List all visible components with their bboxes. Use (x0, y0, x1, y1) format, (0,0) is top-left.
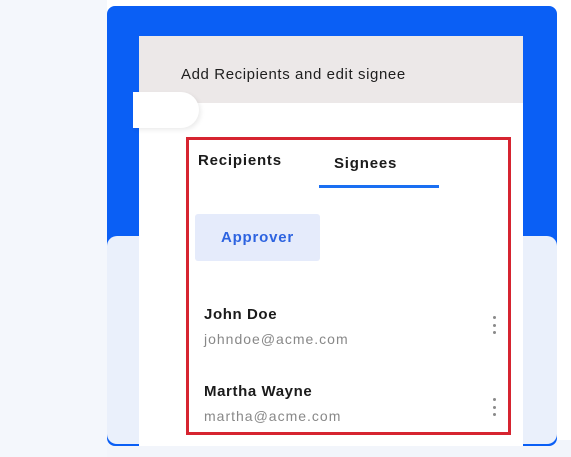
page-background-left (0, 0, 107, 457)
menu-dot (492, 405, 496, 409)
modal-title: Add Recipients and edit signee (181, 66, 406, 83)
approver-role-button[interactable]: Approver (195, 214, 320, 261)
menu-dot (492, 413, 496, 416)
menu-dot (492, 316, 496, 319)
signee-name: John Doe (204, 306, 278, 323)
toggle-handle[interactable] (133, 92, 199, 128)
menu-dot (492, 331, 496, 334)
menu-dot (492, 398, 496, 401)
active-tab-indicator (319, 185, 439, 188)
signee-list-item[interactable]: John Doe johndoe@acme.com (204, 306, 504, 347)
menu-dot (492, 323, 496, 327)
modal-header: Add Recipients and edit signee (139, 36, 523, 103)
more-vertical-icon[interactable] (488, 314, 500, 336)
tab-signees[interactable]: Signees (334, 155, 397, 172)
signer-tabs: Recipients Signees (198, 152, 498, 188)
signee-email: johndoe@acme.com (204, 331, 349, 347)
signee-name: Martha Wayne (204, 383, 313, 400)
signee-list-item[interactable]: Martha Wayne martha@acme.com (204, 383, 504, 424)
tab-recipients[interactable]: Recipients (198, 152, 282, 169)
signee-email: martha@acme.com (204, 408, 342, 424)
more-vertical-icon[interactable] (488, 396, 500, 418)
